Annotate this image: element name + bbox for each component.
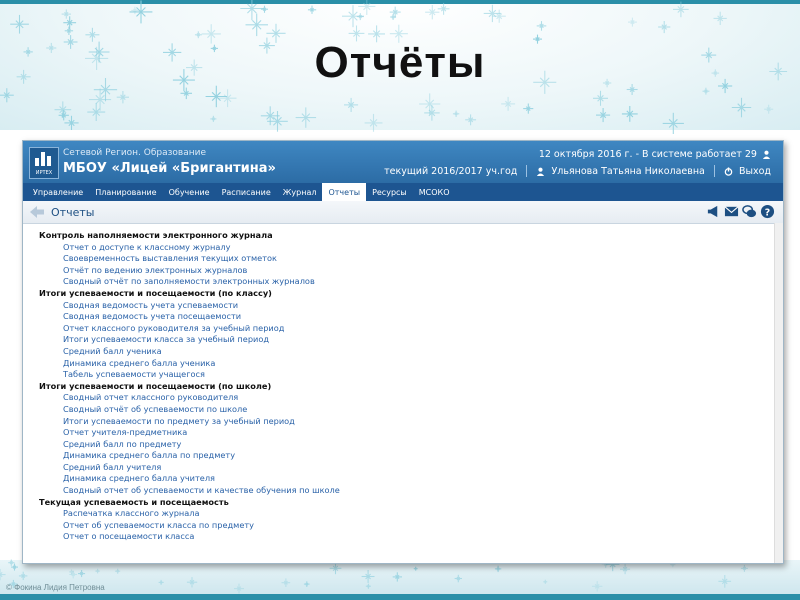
divider xyxy=(713,165,715,177)
school-name: МБОУ «Лицей «Бригантина» xyxy=(63,161,276,176)
menu-item[interactable]: Расписание xyxy=(216,183,277,201)
menu-item[interactable]: Отчеты xyxy=(322,183,367,201)
report-link[interactable]: Сводная ведомость учета успеваемости xyxy=(39,300,783,312)
menu-item[interactable]: МСОКО xyxy=(413,183,456,201)
user-icon xyxy=(762,150,771,159)
report-link[interactable]: Сводная ведомость учета посещаемости xyxy=(39,311,783,323)
report-link[interactable]: Динамика среднего балла учителя xyxy=(39,473,783,485)
menu-item[interactable]: Ресурсы xyxy=(366,183,413,201)
menu-item[interactable]: Обучение xyxy=(163,183,216,201)
app-subtitle: Сетевой Регион. Образование xyxy=(63,148,207,158)
chat-icon[interactable] xyxy=(742,204,757,219)
report-link[interactable]: Сводный отчет об успеваемости и качестве… xyxy=(39,485,783,497)
logo-caption: ИРТЕХ xyxy=(35,170,53,176)
megaphone-icon[interactable] xyxy=(706,204,721,219)
page-title: Отчеты xyxy=(51,206,95,219)
report-link[interactable]: Средний балл учителя xyxy=(39,462,783,474)
app-screenshot: ИРТЕХ Сетевой Регион. Образование МБОУ «… xyxy=(22,140,784,564)
report-link[interactable]: Средний балл ученика xyxy=(39,346,783,358)
report-section-title: Контроль наполняемости электронного журн… xyxy=(39,230,273,240)
report-link[interactable]: Отчет о посещаемости класса xyxy=(39,531,783,543)
menu-item[interactable]: Планирование xyxy=(89,183,162,201)
report-link[interactable]: Отчет об успеваемости класса по предмету xyxy=(39,520,783,532)
report-link[interactable]: Распечатка классного журнала xyxy=(39,508,783,520)
school-year[interactable]: текущий 2016/2017 уч.год xyxy=(384,166,517,177)
report-link[interactable]: Средний балл по предмету xyxy=(39,439,783,451)
slide-footer-background xyxy=(0,560,800,600)
report-link[interactable]: Итоги успеваемости класса за учебный пер… xyxy=(39,334,783,346)
slide-title: Отчёты xyxy=(314,38,486,87)
app-header: ИРТЕХ Сетевой Регион. Образование МБОУ «… xyxy=(23,141,783,183)
report-link[interactable]: Динамика среднего балла по предмету xyxy=(39,450,783,462)
report-link[interactable]: Табель успеваемости учащегося xyxy=(39,369,783,381)
main-menu: Управление Планирование Обучение Расписание… xyxy=(23,183,783,201)
logo[interactable]: ИРТЕХ xyxy=(29,147,59,179)
mail-icon[interactable] xyxy=(724,204,739,219)
menu-item[interactable]: Управление xyxy=(27,183,89,201)
report-link[interactable]: Отчёт по ведению электронных журналов xyxy=(39,265,783,277)
back-arrow-icon[interactable] xyxy=(29,205,45,219)
reports-list: Контроль наполняемости электронного журн… xyxy=(23,224,783,543)
user-icon xyxy=(537,167,545,176)
header-tools: ? xyxy=(706,204,775,219)
date-status-text: 12 октября 2016 г. - В системе работает … xyxy=(538,149,757,160)
user-name[interactable]: Ульянова Татьяна Николаевна xyxy=(551,166,704,177)
report-link[interactable]: Отчет о доступе к классному журналу xyxy=(39,242,783,254)
page-header: Отчеты ? xyxy=(23,201,783,224)
divider xyxy=(526,165,528,177)
report-link[interactable]: Отчет учителя-предметника xyxy=(39,427,783,439)
report-link[interactable]: Своевременность выставления текущих отме… xyxy=(39,253,783,265)
help-icon[interactable]: ? xyxy=(760,204,775,219)
exit-button[interactable]: Выход xyxy=(739,166,771,177)
report-link[interactable]: Сводный отчёт об успеваемости по школе xyxy=(39,404,783,416)
report-section-title: Текущая успеваемость и посещаемость xyxy=(39,496,229,507)
copyright-text: © Фокина Лидия Петровна xyxy=(6,583,105,592)
svg-text:?: ? xyxy=(765,207,770,218)
report-link[interactable]: Сводный отчёт по заполняемости электронн… xyxy=(39,276,783,288)
report-link[interactable]: Итоги успеваемости по предмету за учебны… xyxy=(39,416,783,428)
report-link[interactable]: Сводный отчет классного руководителя xyxy=(39,392,783,404)
date-status: 12 октября 2016 г. - В системе работает … xyxy=(539,149,771,160)
user-bar: текущий 2016/2017 уч.год Ульянова Татьян… xyxy=(384,165,771,177)
logo-bars-icon xyxy=(35,152,53,166)
report-section-title: Итоги успеваемости и посещаемости (по шк… xyxy=(39,380,272,391)
exit-icon xyxy=(724,166,733,176)
report-link[interactable]: Динамика среднего балла ученика xyxy=(39,358,783,370)
menu-item[interactable]: Журнал xyxy=(277,183,323,201)
report-link[interactable]: Отчет классного руководителя за учебный … xyxy=(39,323,783,335)
report-section-title: Итоги успеваемости и посещаемости (по кл… xyxy=(39,287,272,298)
scrollbar[interactable] xyxy=(774,223,783,563)
